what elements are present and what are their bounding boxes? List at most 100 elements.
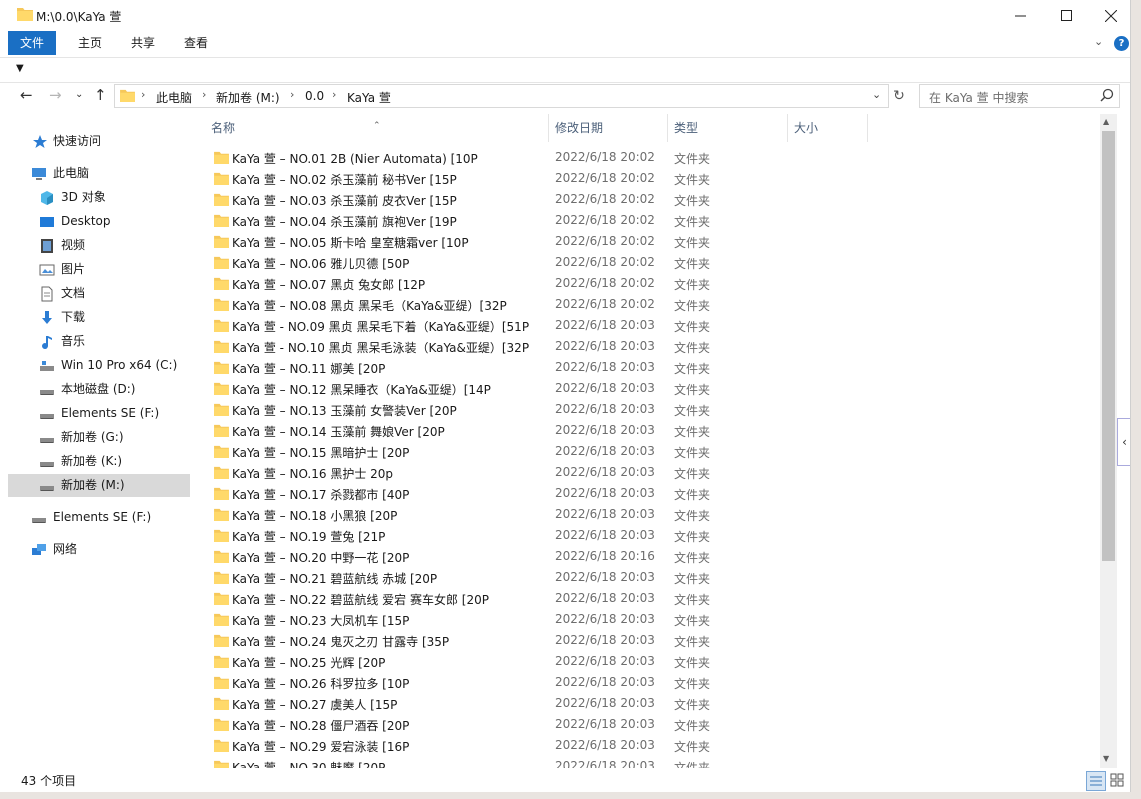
table-row[interactable]: KaYa 萱 - NO.09 黑贞 黑呆毛下着（KaYa&亚缇）[51P 2022… bbox=[203, 315, 1100, 336]
breadcrumb-separator-icon[interactable]: › bbox=[141, 88, 145, 101]
table-row[interactable]: KaYa 萱 – NO.06 雅儿贝德 [50P 2022/6/18 20:02 文… bbox=[203, 252, 1100, 273]
breadcrumb-this-pc[interactable]: 此电脑 bbox=[156, 89, 192, 106]
file-name[interactable]: KaYa 萱 – NO.13 玉藻前 女警装Ver [20P bbox=[232, 402, 457, 419]
back-arrow-icon[interactable]: ← bbox=[20, 86, 33, 104]
file-name[interactable]: KaYa 萱 – NO.15 黑暗护士 [20P bbox=[232, 444, 409, 461]
sidebar-item-drive-m[interactable]: 新加卷 (M:) bbox=[8, 474, 190, 497]
address-history-chevron-icon[interactable]: ⌄ bbox=[872, 88, 881, 101]
table-row[interactable]: KaYa 萱 – NO.07 黑贞 兔女郎 [12P 2022/6/18 20:0… bbox=[203, 273, 1100, 294]
file-name[interactable]: KaYa 萱 - NO.10 黑贞 黑呆毛泳装（KaYa&亚缇）[32P bbox=[232, 339, 529, 356]
minimize-button[interactable] bbox=[997, 0, 1043, 31]
table-row[interactable]: KaYa 萱 – NO.27 虞美人 [15P 2022/6/18 20:03 文件… bbox=[203, 693, 1100, 714]
sidebar-item-this-pc[interactable]: 此电脑 bbox=[26, 162, 186, 185]
table-row[interactable]: KaYa 萱 – NO.20 中野一花 [20P 2022/6/18 20:16 文… bbox=[203, 546, 1100, 567]
table-row[interactable]: KaYa 萱 – NO.24 鬼灭之刃 甘露寺 [35P 2022/6/18 20… bbox=[203, 630, 1100, 651]
file-name[interactable]: KaYa 萱 – NO.22 碧蓝航线 爱宕 赛车女郎 [20P bbox=[232, 591, 489, 608]
file-name[interactable]: KaYa 萱 – NO.21 碧蓝航线 赤城 [20P bbox=[232, 570, 437, 587]
file-name[interactable]: KaYa 萱 – NO.06 雅儿贝德 [50P bbox=[232, 255, 409, 272]
file-name[interactable]: KaYa 萱 – NO.14 玉藻前 舞娘Ver [20P bbox=[232, 423, 445, 440]
sidebar-item-drive-k[interactable]: 新加卷 (K:) bbox=[34, 450, 186, 473]
file-name[interactable]: KaYa 萱 – NO.18 小黑狼 [20P bbox=[232, 507, 397, 524]
table-row[interactable]: KaYa 萱 – NO.30 魅魔 [20P 2022/6/18 20:03 文件夹 bbox=[203, 756, 1100, 768]
recent-locations-chevron-icon[interactable]: ⌄ bbox=[75, 89, 83, 100]
file-name[interactable]: KaYa 萱 – NO.03 杀玉藻前 皮衣Ver [15P bbox=[232, 192, 457, 209]
file-name[interactable]: KaYa 萱 – NO.29 爱宕泳装 [16P bbox=[232, 738, 409, 755]
vertical-scrollbar[interactable]: ▲ ▼ bbox=[1100, 114, 1117, 768]
expand-ribbon-chevron-icon[interactable]: ⌄ bbox=[1094, 35, 1103, 48]
details-view-button[interactable] bbox=[1086, 771, 1106, 791]
sidebar-item-drive-d[interactable]: 本地磁盘 (D:) bbox=[34, 378, 186, 401]
table-row[interactable]: KaYa 萱 – NO.26 科罗拉多 [10P 2022/6/18 20:03 文… bbox=[203, 672, 1100, 693]
breadcrumb-separator-icon[interactable]: › bbox=[202, 88, 206, 101]
table-row[interactable]: KaYa 萱 – NO.19 萱兔 [21P 2022/6/18 20:03 文件夹 bbox=[203, 525, 1100, 546]
scrollbar-thumb[interactable] bbox=[1102, 131, 1115, 561]
file-name[interactable]: KaYa 萱 – NO.12 黑呆睡衣（KaYa&亚缇）[14P bbox=[232, 381, 491, 398]
table-row[interactable]: KaYa 萱 – NO.03 杀玉藻前 皮衣Ver [15P 2022/6/18 … bbox=[203, 189, 1100, 210]
table-row[interactable]: KaYa 萱 – NO.18 小黑狼 [20P 2022/6/18 20:03 文件… bbox=[203, 504, 1100, 525]
file-name[interactable]: KaYa 萱 – NO.16 黑护士 20p bbox=[232, 465, 393, 482]
sidebar-item-network[interactable]: 网络 bbox=[26, 538, 186, 561]
search-box[interactable]: 在 KaYa 萱 中搜索 bbox=[919, 84, 1120, 108]
column-header-size[interactable]: 大小 bbox=[788, 114, 868, 142]
table-row[interactable]: KaYa 萱 – NO.21 碧蓝航线 赤城 [20P 2022/6/18 20:… bbox=[203, 567, 1100, 588]
table-row[interactable]: KaYa 萱 – NO.08 黑贞 黑呆毛（KaYa&亚缇）[32P 2022/6… bbox=[203, 294, 1100, 315]
file-name[interactable]: KaYa 萱 – NO.04 杀玉藻前 旗袍Ver [19P bbox=[232, 213, 457, 230]
table-row[interactable]: KaYa 萱 – NO.04 杀玉藻前 旗袍Ver [19P 2022/6/18 … bbox=[203, 210, 1100, 231]
table-row[interactable]: KaYa 萱 – NO.25 光辉 [20P 2022/6/18 20:03 文件夹 bbox=[203, 651, 1100, 672]
column-header-name[interactable]: 名称 ⌃ bbox=[203, 114, 549, 142]
file-name[interactable]: KaYa 萱 – NO.07 黑贞 兔女郎 [12P bbox=[232, 276, 425, 293]
sidebar-item-drive-g[interactable]: 新加卷 (G:) bbox=[34, 426, 186, 449]
sidebar-item-usb-drive-f[interactable]: Elements SE (F:) bbox=[26, 506, 186, 529]
search-placeholder[interactable]: 在 KaYa 萱 中搜索 bbox=[929, 89, 1029, 106]
refresh-icon[interactable]: ↻ bbox=[889, 84, 909, 108]
file-name[interactable]: KaYa 萱 – NO.28 僵尸酒吞 [20P bbox=[232, 717, 409, 734]
sidebar-item-downloads[interactable]: 下载 bbox=[34, 306, 186, 329]
file-name[interactable]: KaYa 萱 – NO.08 黑贞 黑呆毛（KaYa&亚缇）[32P bbox=[232, 297, 507, 314]
sidebar-item-documents[interactable]: 文档 bbox=[34, 282, 186, 305]
tab-share[interactable]: 共享 bbox=[119, 31, 167, 55]
close-button[interactable] bbox=[1088, 0, 1130, 31]
breadcrumb-separator-icon[interactable]: › bbox=[290, 88, 294, 101]
table-row[interactable]: KaYa 萱 – NO.11 娜美 [20P 2022/6/18 20:03 文件夹 bbox=[203, 357, 1100, 378]
file-name[interactable]: KaYa 萱 – NO.02 杀玉藻前 秘书Ver [15P bbox=[232, 171, 457, 188]
table-row[interactable]: KaYa 萱 – NO.13 玉藻前 女警装Ver [20P 2022/6/18 … bbox=[203, 399, 1100, 420]
file-name[interactable]: KaYa 萱 – NO.25 光辉 [20P bbox=[232, 654, 385, 671]
forward-arrow-icon[interactable]: → bbox=[49, 86, 62, 104]
table-row[interactable]: KaYa 萱 – NO.01 2B (Nier Automata) [10P 20… bbox=[203, 147, 1100, 168]
table-row[interactable]: KaYa 萱 – NO.14 玉藻前 舞娘Ver [20P 2022/6/18 2… bbox=[203, 420, 1100, 441]
file-name[interactable]: KaYa 萱 – NO.01 2B (Nier Automata) [10P bbox=[232, 150, 478, 167]
column-header-date[interactable]: 修改日期 bbox=[549, 114, 668, 142]
preview-pane-toggle[interactable]: ‹ bbox=[1117, 418, 1130, 466]
customize-toolbar-icon[interactable]: ▼ bbox=[16, 63, 24, 74]
table-row[interactable]: KaYa 萱 – NO.16 黑护士 20p 2022/6/18 20:03 文件夹 bbox=[203, 462, 1100, 483]
file-name[interactable]: KaYa 萱 - NO.09 黑贞 黑呆毛下着（KaYa&亚缇）[51P bbox=[232, 318, 529, 335]
table-row[interactable]: KaYa 萱 - NO.10 黑贞 黑呆毛泳装（KaYa&亚缇）[32P 2022… bbox=[203, 336, 1100, 357]
sidebar-item-drive-c[interactable]: Win 10 Pro x64 (C:) bbox=[34, 354, 186, 377]
large-icons-view-button[interactable] bbox=[1108, 771, 1126, 789]
sidebar-item-music[interactable]: 音乐 bbox=[34, 330, 186, 353]
search-icon[interactable] bbox=[1100, 88, 1114, 102]
file-name[interactable]: KaYa 萱 – NO.30 魅魔 [20P bbox=[232, 759, 385, 768]
tab-view[interactable]: 查看 bbox=[172, 31, 220, 55]
breadcrumb-folder-0-0[interactable]: 0.0 bbox=[305, 89, 324, 103]
file-name[interactable]: KaYa 萱 – NO.11 娜美 [20P bbox=[232, 360, 385, 377]
file-name[interactable]: KaYa 萱 – NO.23 大凤机车 [15P bbox=[232, 612, 409, 629]
file-name[interactable]: KaYa 萱 – NO.26 科罗拉多 [10P bbox=[232, 675, 409, 692]
table-row[interactable]: KaYa 萱 – NO.12 黑呆睡衣（KaYa&亚缇）[14P 2022/6/1… bbox=[203, 378, 1100, 399]
table-row[interactable]: KaYa 萱 – NO.22 碧蓝航线 爱宕 赛车女郎 [20P 2022/6/1… bbox=[203, 588, 1100, 609]
up-arrow-icon[interactable]: ↑ bbox=[94, 86, 107, 104]
maximize-button[interactable] bbox=[1043, 0, 1089, 31]
scroll-up-arrow-icon[interactable]: ▲ bbox=[1103, 117, 1109, 126]
breadcrumb-separator-icon[interactable]: › bbox=[332, 88, 336, 101]
table-row[interactable]: KaYa 萱 – NO.17 杀戮都市 [40P 2022/6/18 20:03 文… bbox=[203, 483, 1100, 504]
sidebar-item-pictures[interactable]: 图片 bbox=[34, 258, 186, 281]
help-icon[interactable]: ? bbox=[1114, 36, 1129, 51]
table-row[interactable]: KaYa 萱 – NO.23 大凤机车 [15P 2022/6/18 20:03 文… bbox=[203, 609, 1100, 630]
address-bar[interactable]: › 此电脑 › 新加卷 (M:) › 0.0 › KaYa 萱 ⌄ bbox=[114, 84, 889, 108]
breadcrumb-current-folder[interactable]: KaYa 萱 bbox=[347, 89, 391, 106]
file-name[interactable]: KaYa 萱 – NO.27 虞美人 [15P bbox=[232, 696, 397, 713]
table-row[interactable]: KaYa 萱 – NO.15 黑暗护士 [20P 2022/6/18 20:03 文… bbox=[203, 441, 1100, 462]
breadcrumb-drive-m[interactable]: 新加卷 (M:) bbox=[216, 89, 280, 106]
column-header-type[interactable]: 类型 bbox=[668, 114, 788, 142]
scroll-down-arrow-icon[interactable]: ▼ bbox=[1103, 754, 1109, 763]
